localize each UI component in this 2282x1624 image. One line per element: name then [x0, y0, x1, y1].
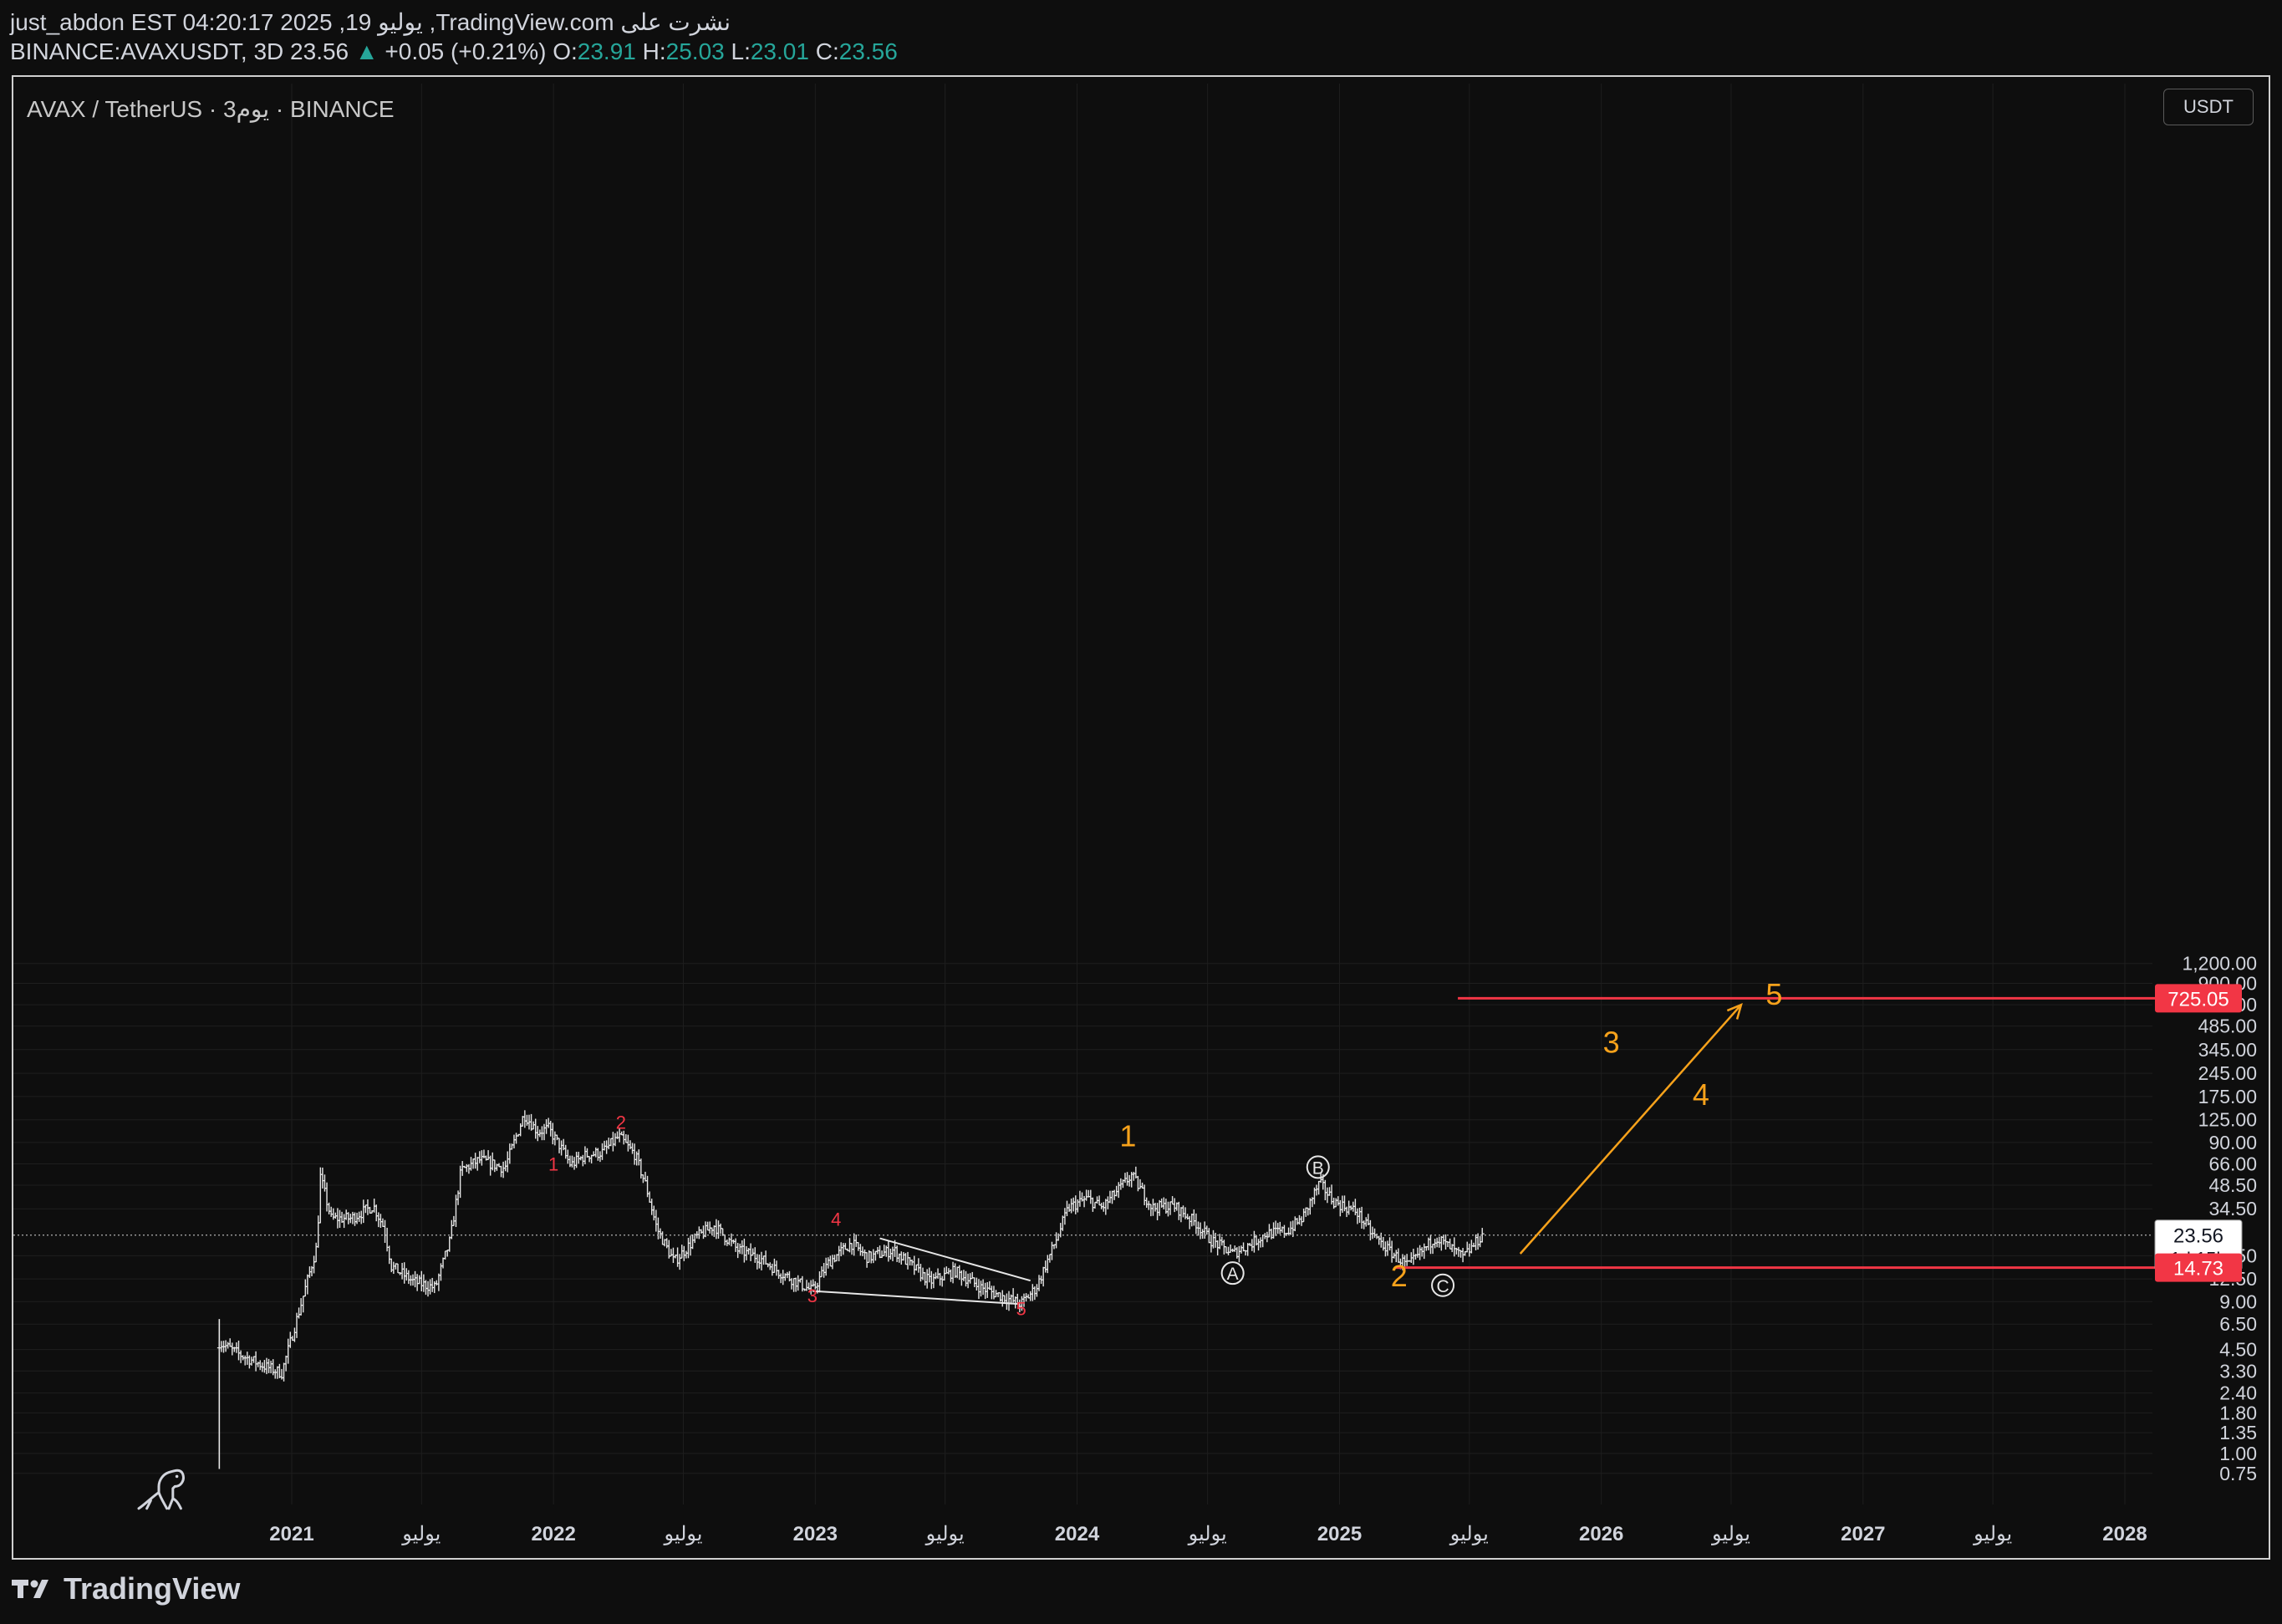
orange-wave-label: 1 [1119, 1119, 1136, 1153]
orange-wave-label: 2 [1391, 1259, 1408, 1293]
time-tick-label: يوليو [1449, 1523, 1489, 1545]
price-tick-label: 66.00 [2208, 1153, 2257, 1175]
price-tick-label: 3.30 [2219, 1360, 2257, 1382]
price-tick-label: 6.50 [2219, 1313, 2257, 1335]
red-wave-label: 5 [1016, 1298, 1026, 1319]
price-tick-label: 4.50 [2219, 1339, 2257, 1361]
circled-wave-label: B [1312, 1158, 1324, 1178]
projection-arrow-line [1519, 1004, 1742, 1255]
time-tick-label: 2021 [269, 1523, 313, 1545]
drawings: 1 2 3 4 5 1 2 3 4 5 A B C [13, 977, 2157, 1319]
orange-wave-label: 4 [1693, 1077, 1709, 1112]
price-tick-label: 485.00 [2198, 1016, 2257, 1037]
grid-lines [13, 84, 2152, 1504]
orange-wave-label: 3 [1603, 1025, 1620, 1059]
price-tick-label: 90.00 [2208, 1132, 2257, 1153]
price-tick-label: 125.00 [2198, 1109, 2257, 1131]
price-tick-label: 2.40 [2219, 1382, 2257, 1404]
price-tick-label: 0.75 [2219, 1463, 2257, 1484]
red-wave-label: 4 [831, 1209, 841, 1229]
price-tick-label: 34.50 [2208, 1198, 2257, 1219]
currency-button[interactable]: USDT [2163, 89, 2254, 125]
time-axis: 2021 يوليو 2022 يوليو 2023 يوليو 2024 يوليو 2025… [269, 1523, 2147, 1545]
footer-brand-text: TradingView [64, 1571, 241, 1606]
red-wave-label: 2 [616, 1112, 626, 1133]
price-tick-label: 245.00 [2198, 1062, 2257, 1084]
price-tick-label: 48.50 [2208, 1174, 2257, 1196]
level-badge-value: 725.05 [2167, 988, 2229, 1011]
time-tick-label: 2023 [793, 1523, 838, 1545]
price-tick-label: 345.00 [2198, 1039, 2257, 1061]
time-tick-label: يوليو [1188, 1523, 1227, 1545]
footer-brand[interactable]: TradingView [12, 1571, 240, 1606]
price-tick-label: 1.80 [2219, 1402, 2257, 1423]
time-tick-label: يوليو [663, 1523, 702, 1545]
time-tick-label: 2028 [2102, 1523, 2147, 1545]
red-wave-label: 3 [807, 1285, 818, 1306]
chart-symbol-title: AVAX / TetherUS · 3يوم · BINANCE [27, 96, 395, 122]
time-tick-label: 2022 [531, 1523, 575, 1545]
price-tick-label: 1.00 [2219, 1443, 2257, 1464]
price-chart[interactable]: 1 2 3 4 5 1 2 3 4 5 A B C 1,200.00900.00660.00485.00… [0, 0, 2282, 1624]
time-tick-label: يوليو [1711, 1523, 1750, 1545]
level-badge-value: 14.73 [2173, 1258, 2223, 1280]
dinosaur-icon [137, 1469, 185, 1510]
orange-wave-label: 5 [1765, 977, 1782, 1011]
price-tick-label: 1,200.00 [2182, 953, 2257, 975]
time-tick-label: 2026 [1579, 1523, 1623, 1545]
circled-wave-label: C [1436, 1277, 1449, 1296]
tradingview-logo-icon [12, 1580, 48, 1598]
circled-wave-label: A [1227, 1265, 1239, 1284]
time-tick-label: يوليو [401, 1523, 441, 1545]
time-tick-label: 2025 [1317, 1523, 1362, 1545]
last-price-badge-value: 23.56 [2173, 1225, 2223, 1248]
time-tick-label: 2024 [1055, 1523, 1100, 1545]
price-tick-label: 175.00 [2198, 1086, 2257, 1107]
price-tick-label: 9.00 [2219, 1291, 2257, 1312]
time-tick-label: يوليو [1973, 1523, 2012, 1545]
red-wave-label: 1 [548, 1153, 558, 1174]
price-axis: 1,200.00900.00660.00485.00345.00245.0017… [2154, 953, 2257, 1484]
time-tick-label: يوليو [925, 1523, 965, 1545]
time-tick-label: 2027 [1841, 1523, 1885, 1545]
price-tick-label: 1.35 [2219, 1422, 2257, 1443]
